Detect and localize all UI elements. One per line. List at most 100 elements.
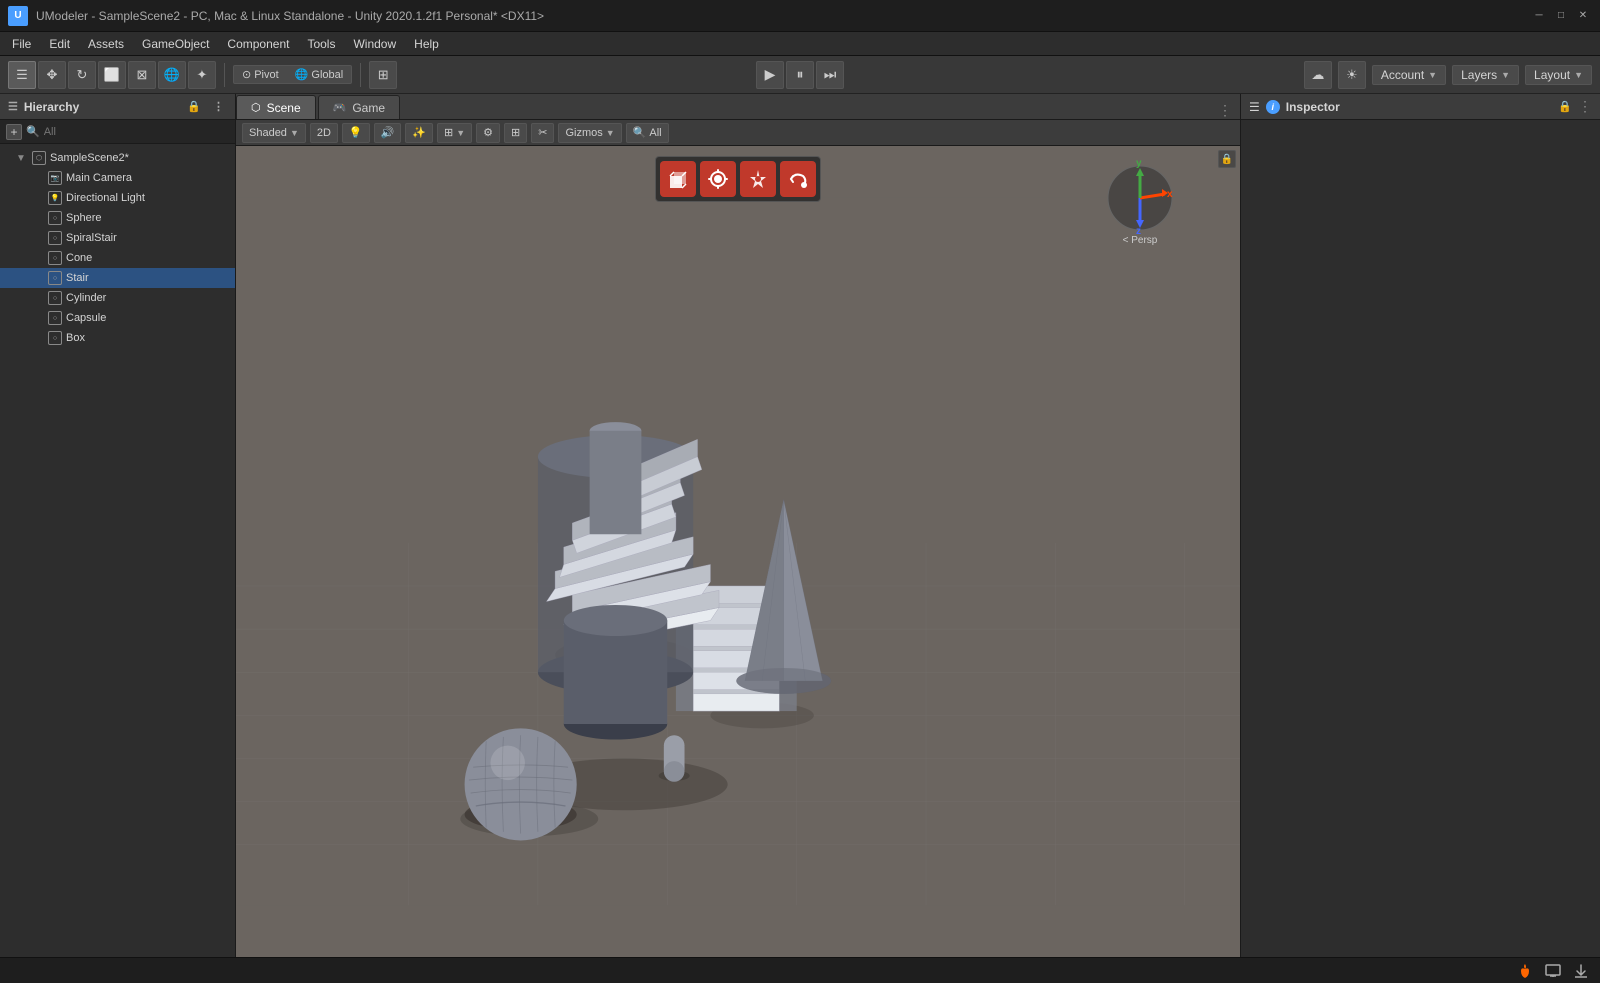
menu-component[interactable]: Component [219,35,297,53]
viewport-gizmo[interactable]: x y z < Persp [1100,156,1180,246]
2d-label: 2D [317,127,331,139]
fx-button[interactable]: ✨ [405,123,433,143]
stair-icon: ○ [48,271,62,285]
main-layout: ☰ Hierarchy 🔒 ⋮ + 🔍 ▼ ⬡ SampleScene2* 📷 … [0,94,1600,957]
minimize-button[interactable]: ─ [1530,7,1548,25]
global-button[interactable]: 🌐 Global [287,66,352,83]
sphere-icon: ○ [48,211,62,225]
pivot-label: Pivot [254,69,278,81]
grid-button[interactable]: ⊞ [369,61,397,89]
hierarchy-item-spiralstair[interactable]: ○ SpiralStair [0,228,235,248]
transform-tool-button[interactable]: 🌐 [158,61,186,89]
menu-file[interactable]: File [4,35,39,53]
cone-label: Cone [66,252,92,264]
hierarchy-item-scene[interactable]: ▼ ⬡ SampleScene2* [0,148,235,168]
menu-edit[interactable]: Edit [41,35,78,53]
umodeler-undo-button[interactable] [780,161,816,197]
hierarchy-item-cylinder[interactable]: ○ Cylinder [0,288,235,308]
maximize-button[interactable]: □ [1552,7,1570,25]
menu-assets[interactable]: Assets [80,35,132,53]
hierarchy-item-maincamera[interactable]: 📷 Main Camera [0,168,235,188]
search-all-button[interactable]: 🔍 All [626,123,669,143]
play-button[interactable]: ▶ [756,61,784,89]
gizmos-label: Gizmos [565,127,602,139]
game-tab-label: Game [352,101,385,115]
persp-label: < Persp [1100,235,1180,246]
menu-gameobject[interactable]: GameObject [134,35,217,53]
scene-tab[interactable]: ⬡ Scene [236,95,316,119]
layers-button[interactable]: Layers ▼ [1452,65,1519,85]
pivot-button[interactable]: ⊙ Pivot [234,66,287,83]
umodeler-star-button[interactable] [740,161,776,197]
menu-help[interactable]: Help [406,35,447,53]
game-tab[interactable]: 🎮 Game [318,95,400,119]
status-fire-button[interactable] [1514,960,1536,982]
account-button[interactable]: Account ▼ [1372,65,1446,85]
extras-button[interactable]: ⚙ [476,123,500,143]
menu-tools[interactable]: Tools [299,35,343,53]
cloud-button[interactable]: ☁ [1304,61,1332,89]
viewport[interactable]: x y z < Persp 🔒 [236,146,1240,957]
hierarchy-item-cone[interactable]: ○ Cone [0,248,235,268]
center-panel: ⬡ Scene 🎮 Game ⋮ Shaded ▼ 2D 💡 🔊 ✨ ⊞ [236,94,1240,957]
grid-toggle-button[interactable]: ⊞ [504,123,527,143]
maincamera-icon: 📷 [48,171,62,185]
status-download-button[interactable] [1570,960,1592,982]
hierarchy-lock-button[interactable]: 🔒 [184,99,204,114]
inspector-header: ☰ i Inspector 🔒 ⋮ [1241,94,1600,120]
menu-bar: File Edit Assets GameObject Component To… [0,32,1600,56]
shaded-label: Shaded [249,127,287,139]
layers-filter-icon: ⊞ [444,126,453,139]
layers-label: Layers [1461,68,1497,82]
move-tool-button[interactable]: ✥ [38,61,66,89]
hierarchy-title: Hierarchy [24,100,79,114]
hierarchy-item-stair[interactable]: ○ Stair [0,268,235,288]
rect-tool-button[interactable]: ⊠ [128,61,156,89]
hierarchy-more-button[interactable]: ⋮ [210,99,227,114]
layers-chevron-icon: ▼ [1501,70,1510,80]
2d-button[interactable]: 2D [310,123,338,143]
hierarchy-item-box[interactable]: ○ Box [0,328,235,348]
scene-tab-bar: ⬡ Scene 🎮 Game ⋮ [236,94,1240,120]
global-icon: 🌐 [295,68,309,81]
toolbar-divider-2 [360,63,361,87]
shaded-button[interactable]: Shaded ▼ [242,123,306,143]
inspector-more-button[interactable]: ⋮ [1578,98,1592,115]
umodeler-gear-button[interactable] [700,161,736,197]
step-button[interactable]: ⏭ [816,61,844,89]
lighting-button[interactable]: ☀ [1338,61,1366,89]
scene-tab-label: Scene [267,101,301,115]
hierarchy-item-sphere[interactable]: ○ Sphere [0,208,235,228]
tool-group: ☰ ✥ ↻ ⬜ ⊠ 🌐 ✦ [8,61,216,89]
pause-button[interactable]: ⏸ [786,61,814,89]
menu-window[interactable]: Window [345,35,404,53]
layers-filter-button[interactable]: ⊞ ▼ [437,123,472,143]
hierarchy-search-input[interactable] [44,126,229,138]
audio-button[interactable]: 🔊 [374,123,402,143]
search-icon: 🔍 [26,125,40,138]
sphere-label: Sphere [66,212,101,224]
layout-button[interactable]: Layout ▼ [1525,65,1592,85]
hand-tool-button[interactable]: ☰ [8,61,36,89]
hierarchy-item-capsule[interactable]: ○ Capsule [0,308,235,328]
hierarchy-add-button[interactable]: + [6,124,22,140]
scale-tool-button[interactable]: ⬜ [98,61,126,89]
inspector-menu-icon: ☰ [1249,100,1260,114]
scene-panel-more-button[interactable]: ⋮ [1210,102,1240,119]
rotate-tool-button[interactable]: ↻ [68,61,96,89]
close-button[interactable]: ✕ [1574,7,1592,25]
cone-icon: ○ [48,251,62,265]
gizmos-button[interactable]: Gizmos ▼ [558,123,621,143]
lights-button[interactable]: 💡 [342,123,370,143]
viewport-lock-button[interactable]: 🔒 [1218,150,1236,168]
window-controls: ─ □ ✕ [1530,7,1592,25]
inspector-lock-button[interactable]: 🔒 [1558,100,1572,113]
scene-view [236,146,1240,957]
umodeler-cube-button[interactable] [660,161,696,197]
status-monitor-button[interactable] [1542,960,1564,982]
search-icon-btn[interactable]: ✂ [531,123,554,143]
hierarchy-item-dirlight[interactable]: 💡 Directional Light [0,188,235,208]
custom-tool-button[interactable]: ✦ [188,61,216,89]
capsule-label: Capsule [66,312,106,324]
hierarchy-search-bar: + 🔍 [0,120,235,144]
